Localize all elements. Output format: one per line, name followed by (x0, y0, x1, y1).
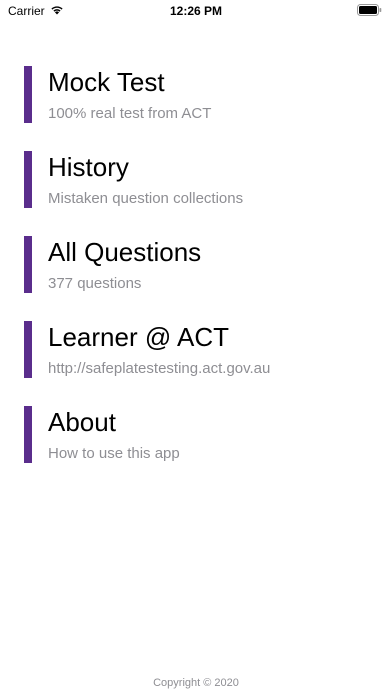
menu-item-subtitle: 100% real test from ACT (48, 105, 212, 122)
accent-bar (24, 151, 32, 208)
menu-item-subtitle: http://safeplatestesting.act.gov.au (48, 360, 271, 377)
menu-item-subtitle: Mistaken question collections (48, 190, 244, 207)
menu-item-subtitle: How to use this app (48, 445, 180, 462)
accent-bar (24, 321, 32, 378)
clock: 12:26 PM (169, 4, 223, 18)
accent-bar (24, 236, 32, 293)
menu-item-subtitle: 377 questions (48, 275, 142, 292)
menu-item-mock-test[interactable]: Mock Test 100% real test from ACT (24, 66, 384, 123)
menu-item-title: Learner @ ACT (48, 322, 230, 352)
accent-bar (24, 406, 32, 463)
menu-item-learner-act[interactable]: Learner @ ACT http://safeplatestesting.a… (24, 321, 384, 378)
copyright-text: Copyright © 2020 (153, 677, 239, 689)
battery-icon (357, 4, 382, 16)
menu-item-about[interactable]: About How to use this app (24, 406, 384, 463)
status-bar: Carrier 12:26 PM (0, 0, 392, 24)
menu-item-title: About (48, 407, 116, 437)
menu-item-title: Mock Test (48, 67, 165, 97)
menu-item-title: All Questions (48, 237, 202, 267)
main-menu: Mock Test 100% real test from ACT Histor… (24, 66, 384, 491)
menu-item-history[interactable]: History Mistaken question collections (24, 151, 384, 208)
menu-item-all-questions[interactable]: All Questions 377 questions (24, 236, 384, 293)
menu-item-title: History (48, 152, 129, 182)
accent-bar (24, 66, 32, 123)
